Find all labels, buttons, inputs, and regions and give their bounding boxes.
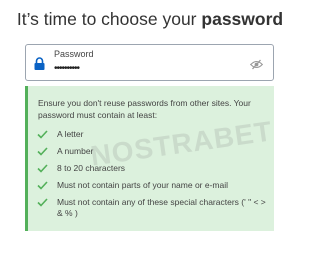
page-title: It’s time to choose your password — [0, 9, 300, 30]
requirement-text: Must not contain any of these special ch… — [57, 197, 266, 218]
check-icon — [37, 147, 48, 159]
password-label: Password — [54, 49, 94, 59]
check-icon — [37, 164, 48, 176]
requirement-text: A number — [57, 146, 94, 156]
requirement-item: Must not contain parts of your name or e… — [37, 180, 273, 191]
requirements-intro: Ensure you don't reuse passwords from ot… — [38, 98, 251, 120]
requirement-text: Must not contain parts of your name or e… — [57, 180, 229, 190]
password-field[interactable]: Password •••••••••• — [25, 44, 274, 81]
lock-icon — [34, 57, 45, 75]
password-input[interactable]: •••••••••• — [54, 63, 80, 74]
title-prefix: It’s time to choose your — [16, 9, 202, 29]
check-icon — [37, 181, 48, 193]
check-icon — [37, 198, 48, 210]
requirement-item: Must not contain any of these special ch… — [37, 197, 273, 219]
eye-off-icon[interactable] — [249, 57, 264, 75]
requirement-text: A letter — [57, 129, 84, 139]
title-emphasis: password — [201, 9, 284, 29]
requirement-item: 8 to 20 characters — [37, 163, 273, 174]
check-icon — [37, 130, 48, 142]
